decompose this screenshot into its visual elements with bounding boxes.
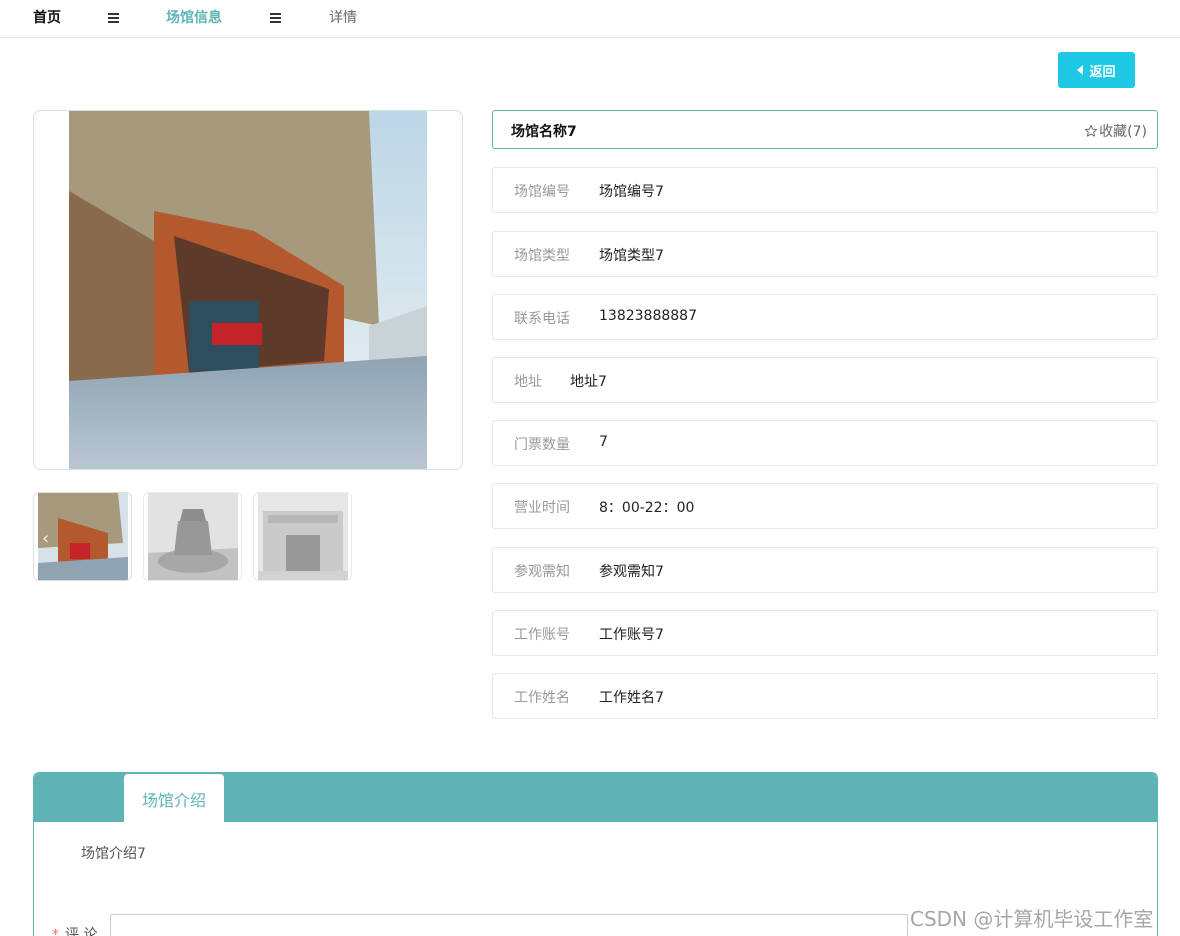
breadcrumb-home[interactable]: 首页: [33, 8, 61, 28]
field-value: 地址7: [570, 374, 607, 390]
venue-main-image: [33, 110, 463, 470]
field-value: 场馆类型7: [599, 248, 664, 264]
field-label: 场馆类型: [514, 248, 570, 264]
field-label: 联系电话: [514, 311, 570, 327]
field-label: 门票数量: [514, 437, 570, 453]
back-button[interactable]: 返回: [1058, 52, 1135, 88]
field-row-visit-notice: 参观需知 参观需知7: [492, 547, 1158, 593]
field-label: 地址: [514, 374, 542, 390]
thumbnail-3[interactable]: [253, 492, 352, 581]
field-label: 场馆编号: [514, 184, 570, 200]
thumbnail-photo: [258, 493, 348, 580]
comment-label: * 评 论: [52, 924, 97, 936]
field-row-address: 地址 地址7: [492, 357, 1158, 403]
field-row-ticket-count: 门票数量 7: [492, 420, 1158, 466]
field-label: 营业时间: [514, 500, 570, 516]
back-button-label: 返回: [1089, 64, 1116, 80]
caret-left-icon: [1077, 65, 1084, 75]
field-label: 工作账号: [514, 627, 570, 643]
chevron-left-icon[interactable]: ‹: [42, 528, 49, 549]
favorite-label: 收藏(7): [1099, 124, 1147, 140]
comment-input[interactable]: [110, 914, 908, 936]
field-value: 13823888887: [599, 308, 697, 324]
thumbnail-photo: [38, 493, 128, 580]
menu-icon: [270, 13, 281, 23]
field-label: 参观需知: [514, 564, 570, 580]
field-row-phone: 联系电话 13823888887: [492, 294, 1158, 340]
menu-icon: [108, 13, 119, 23]
field-row-venue-type: 场馆类型 场馆类型7: [492, 231, 1158, 277]
tab-venue-intro[interactable]: 场馆介绍: [124, 774, 224, 823]
field-value: 参观需知7: [599, 564, 664, 580]
field-value: 场馆编号7: [599, 184, 664, 200]
field-row-opening-hours: 营业时间 8：00-22：00: [492, 483, 1158, 529]
breadcrumb-detail: 详情: [329, 10, 357, 26]
field-value: 工作姓名7: [599, 690, 664, 706]
breadcrumb-bar: 首页 场馆信息 详情: [0, 0, 1180, 38]
field-row-staff-name: 工作姓名 工作姓名7: [492, 673, 1158, 719]
field-value: 8：00-22：00: [599, 500, 695, 516]
intro-content: 场馆介绍7: [81, 846, 146, 862]
field-value: 工作账号7: [599, 627, 664, 643]
watermark: CSDN @计算机毕设工作室: [910, 907, 1154, 931]
star-outline-icon: [1085, 124, 1098, 137]
field-label: 工作姓名: [514, 690, 570, 706]
venue-name: 场馆名称7: [511, 124, 577, 140]
breadcrumb-venue-info[interactable]: 场馆信息: [166, 8, 222, 28]
required-mark: *: [52, 927, 59, 936]
thumbnail-2[interactable]: [143, 492, 242, 581]
venue-photo: [69, 111, 427, 469]
favorite-button[interactable]: 收藏(7): [1084, 121, 1147, 141]
field-row-staff-account: 工作账号 工作账号7: [492, 610, 1158, 656]
field-row-venue-code: 场馆编号 场馆编号7: [492, 167, 1158, 213]
comment-label-text: 评 论: [65, 927, 98, 936]
field-value: 7: [599, 434, 608, 450]
venue-title-box: 场馆名称7 收藏(7): [492, 110, 1158, 149]
thumbnail-photo: [148, 493, 238, 580]
